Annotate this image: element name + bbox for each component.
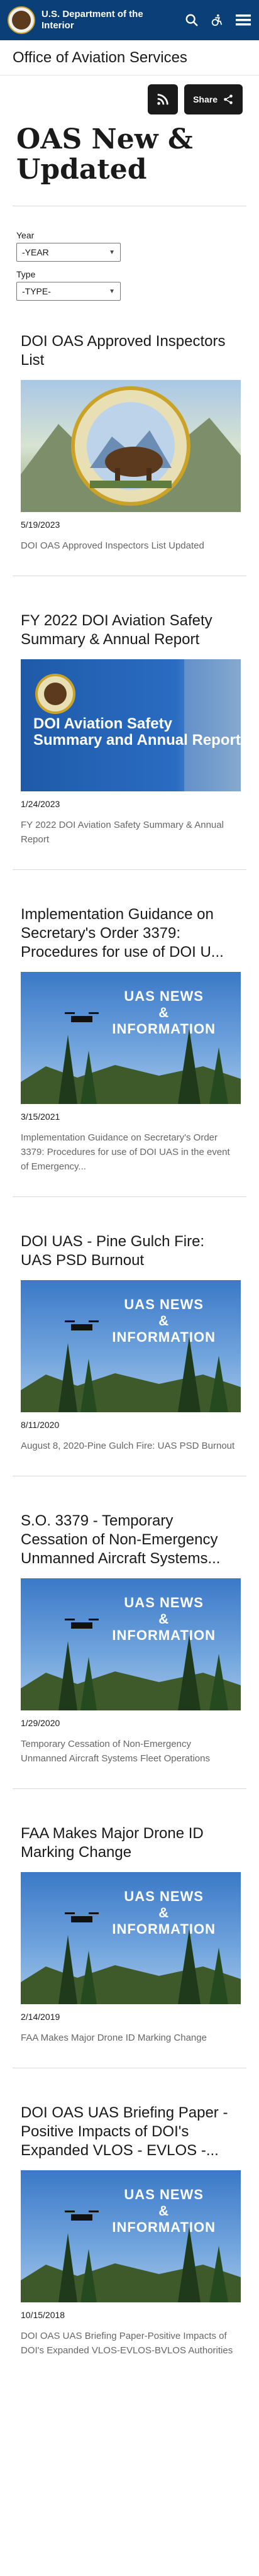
news-list: DOI OAS Approved Inspectors List 5/19/20… — [0, 307, 259, 2380]
rss-button[interactable] — [148, 84, 179, 114]
office-name[interactable]: Office of Aviation Services — [13, 49, 187, 67]
news-item-description: FY 2022 DOI Aviation Safety Summary & An… — [21, 820, 224, 845]
news-item-title[interactable]: DOI UAS - Pine Gulch Fire: UAS PSD Burno… — [21, 1232, 238, 1271]
share-label: Share — [193, 94, 218, 104]
chevron-down-icon: ▼ — [109, 248, 115, 256]
uas-news-image[interactable]: UAS NEWS & INFORMATION — [21, 1280, 241, 1412]
site-header: U.S. Department of the Interior — [0, 0, 259, 40]
news-item: FY 2022 DOI Aviation Safety Summary & An… — [13, 576, 246, 870]
report-cover-image[interactable]: DOI Aviation Safety Summary and Annual R… — [21, 659, 241, 791]
news-item-title[interactable]: DOI OAS Approved Inspectors List — [21, 332, 238, 371]
type-filter-label: Type — [16, 269, 36, 279]
news-item-title[interactable]: FY 2022 DOI Aviation Safety Summary & An… — [21, 611, 238, 650]
news-item-title[interactable]: FAA Makes Major Drone ID Marking Change — [21, 1824, 238, 1863]
news-item-date: 5/19/2023 — [21, 520, 60, 530]
year-select-value: -YEAR — [22, 247, 49, 257]
news-item-description: DOI OAS Approved Inspectors List Updated — [21, 540, 204, 551]
filter-form: Year -YEAR ▼ Type -TYPE- ▼ — [0, 206, 259, 307]
uas-news-image-text: UAS NEWS & INFORMATION — [112, 2187, 216, 2235]
news-item-date: 2/14/2019 — [21, 2012, 60, 2022]
menu-icon[interactable] — [235, 13, 251, 27]
news-item-title[interactable]: DOI OAS UAS Briefing Paper - Positive Im… — [21, 2104, 238, 2161]
news-item-date: 1/24/2023 — [21, 799, 60, 809]
news-item-date: 8/11/2020 — [21, 1420, 60, 1430]
news-item-date: 10/15/2018 — [21, 2310, 65, 2320]
news-item-date: 3/15/2021 — [21, 1112, 60, 1122]
news-item: Implementation Guidance on Secretary's O… — [13, 870, 246, 1197]
uas-news-image[interactable]: UAS NEWS & INFORMATION — [21, 2170, 241, 2302]
news-item: S.O. 3379 - Temporary Cessation of Non-E… — [13, 1476, 246, 1789]
header-icons — [185, 13, 251, 27]
news-item-title[interactable]: Implementation Guidance on Secretary's O… — [21, 905, 238, 963]
page-title: OAS New & Updated — [16, 123, 193, 186]
chevron-down-icon: ▼ — [109, 287, 115, 295]
search-icon[interactable] — [185, 13, 199, 27]
news-item: DOI OAS UAS Briefing Paper - Positive Im… — [13, 2068, 246, 2380]
uas-news-image-text: UAS NEWS & INFORMATION — [112, 988, 216, 1037]
uas-news-image-text: UAS NEWS & INFORMATION — [112, 1888, 216, 1937]
news-item-description: FAA Makes Major Drone ID Marking Change — [21, 2032, 207, 2043]
uas-news-image-text: UAS NEWS & INFORMATION — [112, 1296, 216, 1345]
uas-news-image-text: UAS NEWS & INFORMATION — [112, 1595, 216, 1643]
type-select-value: -TYPE- — [22, 286, 51, 296]
page-actions: Share — [148, 84, 243, 114]
share-icon — [224, 94, 233, 104]
report-cover-text: DOI Aviation Safety Summary and Annual R… — [33, 715, 241, 749]
type-select[interactable]: -TYPE- ▼ — [16, 282, 121, 301]
doi-seal-image[interactable] — [21, 380, 241, 512]
news-item-description: Implementation Guidance on Secretary's O… — [21, 1132, 230, 1172]
site-brand[interactable]: U.S. Department of the Interior — [41, 9, 161, 31]
news-item: DOI UAS - Pine Gulch Fire: UAS PSD Burno… — [13, 1197, 246, 1476]
page-heading: Share OAS New & Updated — [13, 75, 246, 206]
year-filter-label: Year — [16, 230, 35, 240]
uas-news-image[interactable]: UAS NEWS & INFORMATION — [21, 972, 241, 1104]
rss-icon — [157, 94, 168, 105]
accessibility-icon[interactable] — [210, 13, 224, 27]
uas-news-image[interactable]: UAS NEWS & INFORMATION — [21, 1872, 241, 2004]
news-item-description: DOI OAS UAS Briefing Paper-Positive Impa… — [21, 2331, 233, 2356]
year-select[interactable]: -YEAR ▼ — [16, 243, 121, 262]
news-item-description: Temporary Cessation of Non-Emergency Unm… — [21, 1739, 210, 1764]
share-button[interactable]: Share — [184, 84, 243, 114]
uas-news-image[interactable]: UAS NEWS & INFORMATION — [21, 1578, 241, 1710]
office-banner: Office of Aviation Services — [0, 40, 259, 75]
news-item-description: August 8, 2020-Pine Gulch Fire: UAS PSD … — [21, 1441, 235, 1451]
news-item: DOI OAS Approved Inspectors List 5/19/20… — [13, 307, 246, 576]
news-item: FAA Makes Major Drone ID Marking Change … — [13, 1789, 246, 2068]
doi-seal-logo[interactable] — [8, 6, 35, 34]
news-item-date: 1/29/2020 — [21, 1718, 60, 1728]
news-item-title[interactable]: S.O. 3379 - Temporary Cessation of Non-E… — [21, 1512, 238, 1570]
